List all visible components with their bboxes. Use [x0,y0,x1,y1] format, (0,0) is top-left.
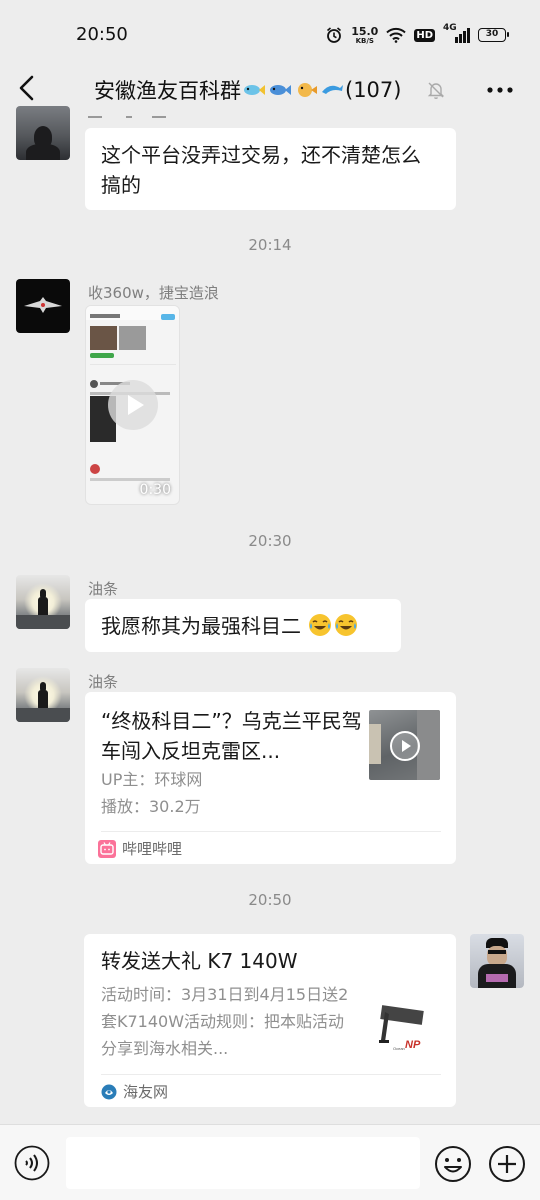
clipped-sender-name [88,112,178,120]
battery-icon: 30 [478,28,509,42]
fish-emoji [244,85,265,95]
avatar[interactable] [16,106,70,160]
emoji-icon[interactable] [434,1145,472,1183]
chat-title[interactable]: 安徽渔友百科群 (107) [94,75,401,105]
video-duration: 0:30 [139,482,171,498]
laughing-tears-emoji [309,614,332,636]
laughing-tears-emoji [335,614,358,636]
status-bar: 20:50 15.0 KB/S HD 4G 30 [0,0,540,66]
video-message[interactable]: 0:30 [85,305,180,505]
message-bubble[interactable]: 这个平台没弄过交易，还不清楚怎么搞的 [85,128,456,210]
member-count: (107) [345,78,402,102]
dolphin-emoji [322,85,343,94]
card-thumbnail [369,710,440,780]
net-speed: 15.0 KB/S [351,26,378,45]
wifi-icon [386,27,407,43]
network-type: 4G [443,23,457,33]
card-divider [101,831,441,832]
card-description: 活动时间：3月31日到4月15日送2套K7140W活动规则：把本贴活动分享到海水… [101,985,349,1058]
sender-name: 油条 [88,580,119,598]
play-icon [390,731,420,761]
mute-icon [427,82,445,99]
voice-icon[interactable] [14,1145,50,1181]
svg-text:NP: NP [405,1039,421,1051]
avatar[interactable] [16,575,70,629]
status-time: 20:50 [76,24,128,45]
message-input[interactable] [66,1137,420,1189]
sender-name: 油条 [88,673,119,691]
card-source: 哔哩哔哩 [98,838,182,859]
message-text: 这个平台没弄过交易，还不清楚怎么搞的 [101,143,421,197]
net-speed-unit: KB/S [355,36,374,45]
card-source: 海友网 [101,1081,168,1102]
avatar[interactable] [16,668,70,722]
card-uploader: UP主：环球网 [101,770,203,789]
timestamp: 20:50 [248,891,292,909]
timestamp: 20:30 [248,532,292,550]
haiyou-icon [101,1084,117,1099]
net-speed-value: 15.0 [351,24,379,38]
more-icon[interactable] [486,80,514,100]
status-icons: 15.0 KB/S HD 4G 30 [325,23,509,46]
play-icon [128,395,144,415]
timestamp: 20:14 [248,236,292,254]
sender-name: 收360w，捷宝造浪 [88,284,219,302]
avatar[interactable] [16,279,70,333]
avatar[interactable] [470,934,524,988]
link-card[interactable]: 转发送大礼 K7 140W 活动时间：3月31日到4月15日送2套K7140W活… [84,934,456,1107]
product-image: NPOcean [379,1005,424,1051]
card-thumbnail: NP Ocean [371,990,441,1060]
card-title: “终极科目二”？乌克兰平民驾车闯入反坦克雷区... [101,709,362,763]
svg-text:Ocean: Ocean [393,1046,405,1051]
chat-header: 安徽渔友百科群 (107) [0,66,540,112]
source-name: 哔哩哔哩 [122,840,183,858]
link-card[interactable]: “终极科目二”？乌克兰平民驾车闯入反坦克雷区... UP主：环球网 播放：30.… [85,692,456,864]
card-title: 转发送大礼 K7 140W [101,949,298,973]
avatar-image [24,297,62,313]
source-name: 海友网 [123,1083,169,1101]
card-plays: 播放：30.2万 [101,797,201,816]
plus-icon[interactable] [488,1145,526,1183]
alarm-icon [327,27,342,43]
message-text: 我愿称其为最强科目二 [101,614,301,638]
fish-emoji [270,85,291,95]
back-icon[interactable] [12,72,44,104]
bilibili-icon [98,839,116,858]
input-bar [0,1124,540,1200]
card-divider [101,1074,441,1075]
blowfish-emoji [298,83,317,97]
hd-badge: HD [414,28,435,42]
message-bubble[interactable]: 我愿称其为最强科目二 [85,599,401,652]
group-name: 安徽渔友百科群 [94,79,241,103]
signal-icon: 4G [443,23,470,43]
